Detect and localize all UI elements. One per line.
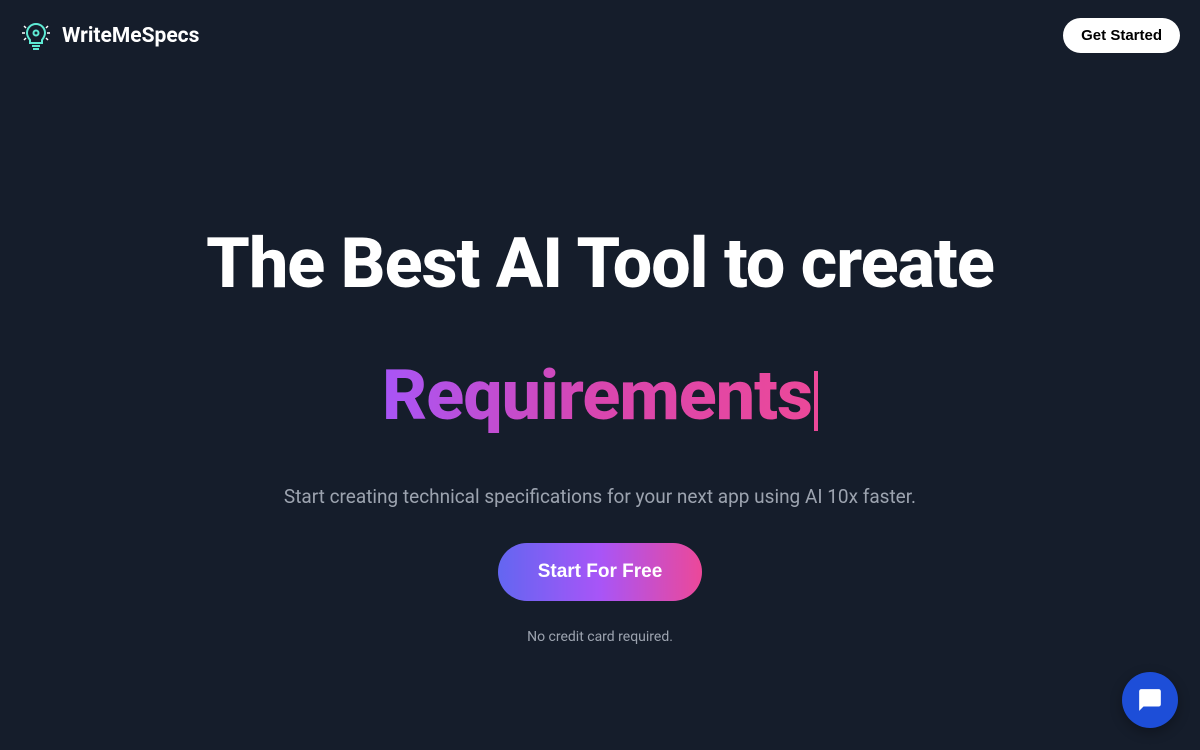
cta-note: No credit card required.	[0, 629, 1200, 645]
hero-title: The Best AI Tool to create	[0, 226, 1200, 303]
header: WriteMeSpecs Get Started	[0, 0, 1200, 71]
get-started-button[interactable]: Get Started	[1063, 18, 1180, 53]
hero-animated-word: Requirements	[382, 358, 818, 435]
hero-section: The Best AI Tool to create Requirements …	[0, 71, 1200, 645]
chat-widget-button[interactable]	[1122, 672, 1178, 728]
logo-container[interactable]: WriteMeSpecs	[20, 20, 199, 52]
chat-icon	[1137, 687, 1163, 713]
start-for-free-button[interactable]: Start For Free	[498, 543, 703, 601]
lightbulb-icon	[20, 20, 52, 52]
brand-name: WriteMeSpecs	[62, 24, 199, 48]
hero-description: Start creating technical specifications …	[0, 485, 1200, 508]
